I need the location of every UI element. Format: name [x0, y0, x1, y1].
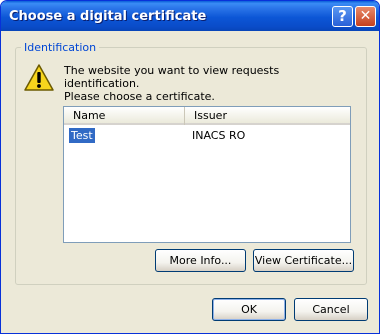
certificate-issuer[interactable]: INACS RO [192, 128, 245, 143]
column-header-name[interactable]: Name [64, 107, 184, 125]
close-button[interactable]: ✕ [355, 6, 376, 27]
identification-message: The website you want to view requests id… [64, 64, 354, 103]
title-bar[interactable]: Choose a digital certificate ? ✕ [1, 1, 379, 31]
view-certificate-button[interactable]: View Certificate... [253, 249, 354, 272]
column-header-issuer[interactable]: Issuer [184, 107, 350, 125]
list-header: Name Issuer [64, 107, 350, 125]
message-line-2: Please choose a certificate. [64, 90, 215, 103]
message-line-1: The website you want to view requests id… [64, 64, 280, 90]
help-button[interactable]: ? [332, 6, 353, 27]
certificate-name[interactable]: Test [68, 127, 96, 144]
cancel-button[interactable]: Cancel [294, 298, 368, 321]
group-label: Identification [21, 41, 100, 54]
more-info-button[interactable]: More Info... [155, 249, 246, 272]
certificate-row[interactable]: Test INACS RO [64, 127, 350, 144]
certificate-dialog: Choose a digital certificate ? ✕ Identif… [0, 0, 380, 334]
certificate-list[interactable]: Name Issuer Test INACS RO [63, 106, 351, 243]
window-title: Choose a digital certificate [9, 9, 207, 24]
ok-button[interactable]: OK [212, 298, 286, 321]
warning-icon [24, 64, 54, 91]
